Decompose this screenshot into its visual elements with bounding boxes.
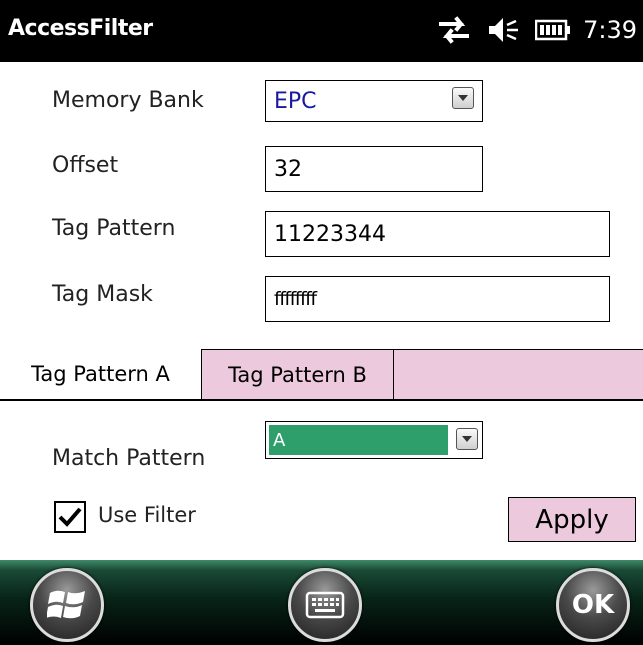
memory-bank-label: Memory Bank <box>52 88 204 113</box>
app-title: AccessFilter <box>8 16 153 41</box>
tab-tag-pattern-a[interactable]: Tag Pattern A <box>0 349 201 399</box>
use-filter-checkbox[interactable] <box>54 501 86 533</box>
chevron-down-icon[interactable] <box>456 428 478 450</box>
status-icons: 7:39 <box>421 12 637 48</box>
clock: 7:39 <box>583 16 637 44</box>
keyboard-icon <box>305 591 345 619</box>
start-button[interactable] <box>30 568 104 642</box>
tag-mask-label: Tag Mask <box>52 282 153 307</box>
ok-button[interactable]: OK <box>556 568 630 642</box>
keyboard-button[interactable] <box>288 568 362 642</box>
tag-pattern-label: Tag Pattern <box>52 216 176 241</box>
match-pattern-value: A <box>269 425 448 455</box>
apply-button[interactable]: Apply <box>508 497 636 542</box>
ok-label: OK <box>571 590 615 620</box>
connectivity-icon[interactable] <box>437 15 471 45</box>
tab-divider <box>0 399 643 401</box>
chevron-down-icon[interactable] <box>452 87 474 109</box>
tag-pattern-input[interactable]: 11223344 <box>265 211 610 257</box>
match-pattern-label: Match Pattern <box>52 446 206 471</box>
title-bar: AccessFilter 7:39 <box>0 0 643 62</box>
memory-bank-dropdown[interactable]: EPC <box>265 80 483 122</box>
offset-label: Offset <box>52 153 119 178</box>
tab-tag-pattern-b[interactable]: Tag Pattern B <box>201 349 394 399</box>
battery-icon[interactable] <box>535 18 571 42</box>
use-filter-label: Use Filter <box>98 503 196 527</box>
tab-bar-empty-area <box>394 349 643 399</box>
checkmark-icon <box>58 507 82 527</box>
windows-start-icon <box>47 590 85 619</box>
match-pattern-dropdown[interactable]: A <box>265 421 483 459</box>
memory-bank-value: EPC <box>274 88 317 114</box>
tab-bar: Tag Pattern A Tag Pattern B <box>0 349 643 401</box>
offset-input[interactable]: 32 <box>265 146 483 192</box>
volume-muted-icon[interactable] <box>487 15 519 45</box>
tag-mask-input[interactable]: ffffffff <box>265 276 610 322</box>
